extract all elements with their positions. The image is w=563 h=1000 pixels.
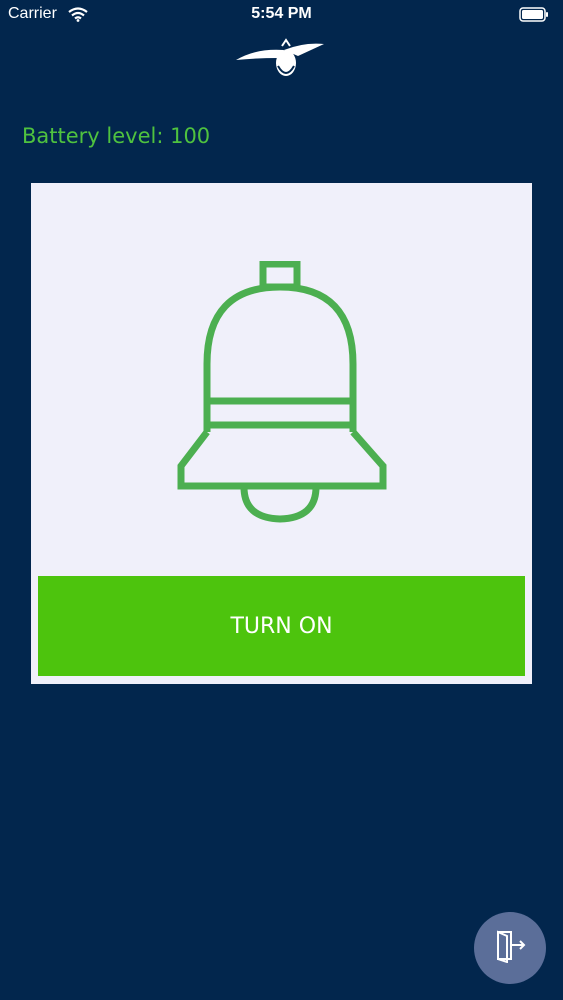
status-bar: Carrier 5:54 PM: [0, 0, 563, 30]
alarm-card: TURN ON: [31, 183, 532, 684]
clock: 5:54 PM: [251, 5, 312, 22]
turn-on-button[interactable]: TURN ON: [38, 576, 525, 676]
firefly-logo-icon: [232, 36, 328, 84]
battery-icon: [519, 7, 549, 26]
bell-icon: [177, 260, 387, 527]
battery-level-label: Battery level: 100: [22, 124, 211, 148]
logout-button[interactable]: [474, 912, 546, 984]
exit-door-icon: [493, 929, 527, 967]
